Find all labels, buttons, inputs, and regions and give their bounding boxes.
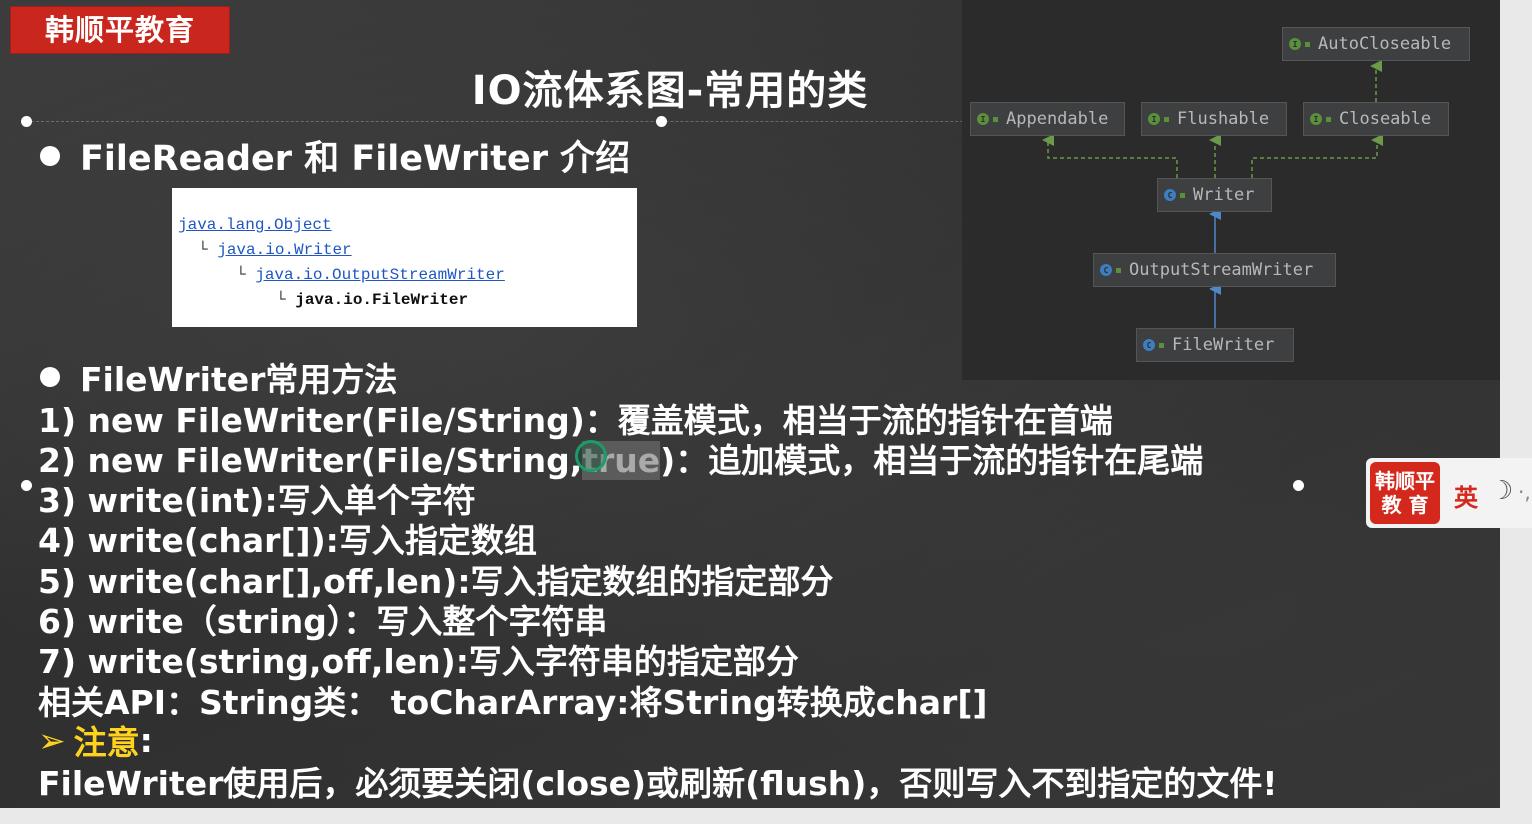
uml-node-outputstreamwriter[interactable]: C OutputStreamWriter <box>1093 253 1336 287</box>
section-intro-text: FileReader 和 FileWriter 介绍 <box>80 139 631 179</box>
visibility-icon <box>1164 116 1169 122</box>
uml-node-appendable[interactable]: I Appendable <box>970 102 1125 136</box>
bullet-icon <box>40 145 60 166</box>
uml-node-label: Flushable <box>1177 109 1270 129</box>
visibility-icon <box>1305 41 1310 47</box>
uml-node-writer[interactable]: C Writer <box>1157 178 1272 212</box>
ime-language-toggle[interactable]: 英 <box>1454 478 1478 513</box>
visibility-icon <box>993 116 998 122</box>
hierarchy-link-object[interactable]: java.lang.Object <box>178 216 332 234</box>
resize-handle-tl[interactable] <box>21 116 32 127</box>
widget-logo-line1: 韩顺平 <box>1375 469 1435 493</box>
moon-icon[interactable]: ☽ <box>1490 476 1513 506</box>
interface-icon: I <box>1148 113 1160 125</box>
class-icon: C <box>1143 339 1155 351</box>
note-text: FileWriter使用后，必须要关闭(close)或刷新(flush)，否则写… <box>38 764 1278 803</box>
uml-diagram: I AutoCloseable I Appendable I Flushable… <box>962 0 1500 380</box>
interface-icon: I <box>1310 113 1322 125</box>
hierarchy-link-writer[interactable]: java.io.Writer <box>217 241 351 259</box>
edge-writer-closeable <box>1251 134 1383 178</box>
resize-handle-ml[interactable] <box>21 480 32 491</box>
edge-writer-appendable <box>1042 134 1178 178</box>
widget-logo[interactable]: 韩顺平 教 育 <box>1370 462 1440 524</box>
related-api-line: 相关API：String类： toCharArray:将String转换成cha… <box>38 683 988 722</box>
note-colon: : <box>139 720 153 760</box>
punctuation-icon[interactable]: ·, <box>1518 480 1531 504</box>
resize-handle-tc[interactable] <box>656 116 667 127</box>
visibility-icon <box>1116 267 1121 273</box>
interface-icon: I <box>977 113 989 125</box>
tree-branch: └ <box>276 291 286 309</box>
floating-toolbar-widget[interactable]: 韩顺平 教 育 英 ☽ ·, <box>1366 458 1532 528</box>
slide: 韩顺平教育 IO流体系图-常用的类 FileReader 和 FileWrite… <box>0 0 1500 808</box>
widget-logo-line2: 教 育 <box>1381 493 1429 517</box>
section-intro: FileReader 和 FileWriter 介绍 <box>40 130 630 181</box>
resize-handle-mr[interactable] <box>1293 480 1304 491</box>
visibility-icon <box>1159 342 1164 348</box>
uml-node-closeable[interactable]: I Closeable <box>1303 102 1449 136</box>
method-line-2-post: )：追加模式，相当于流的指针在尾端 <box>660 441 1204 480</box>
class-hierarchy-box: java.lang.Object └ java.io.Writer └ java… <box>172 188 637 327</box>
uml-node-label: Writer <box>1193 185 1255 205</box>
uml-node-flushable[interactable]: I Flushable <box>1141 102 1287 136</box>
bullet-icon <box>40 367 60 387</box>
brand-logo: 韩顺平教育 <box>10 6 230 54</box>
uml-node-filewriter[interactable]: C FileWriter <box>1136 328 1294 362</box>
uml-node-label: Closeable <box>1339 109 1432 129</box>
uml-node-label: OutputStreamWriter <box>1129 260 1314 280</box>
hierarchy-current-filewriter: java.io.FileWriter <box>295 291 469 309</box>
class-icon: C <box>1100 264 1112 276</box>
tree-branch: └ <box>236 266 246 284</box>
class-icon: C <box>1164 189 1176 201</box>
uml-node-label: FileWriter <box>1172 335 1275 355</box>
visibility-icon <box>1180 192 1185 198</box>
tree-branch: └ <box>198 241 208 259</box>
uml-node-autocloseable[interactable]: I AutoCloseable <box>1282 27 1470 61</box>
uml-node-label: Appendable <box>1006 109 1109 129</box>
uml-node-label: AutoCloseable <box>1318 34 1452 54</box>
cursor-indicator-icon <box>575 440 607 472</box>
visibility-icon <box>1326 116 1331 122</box>
arrow-right-icon: ➢ <box>38 720 66 760</box>
interface-icon: I <box>1289 38 1301 50</box>
hierarchy-link-outputstreamwriter[interactable]: java.io.OutputStreamWriter <box>255 266 505 284</box>
